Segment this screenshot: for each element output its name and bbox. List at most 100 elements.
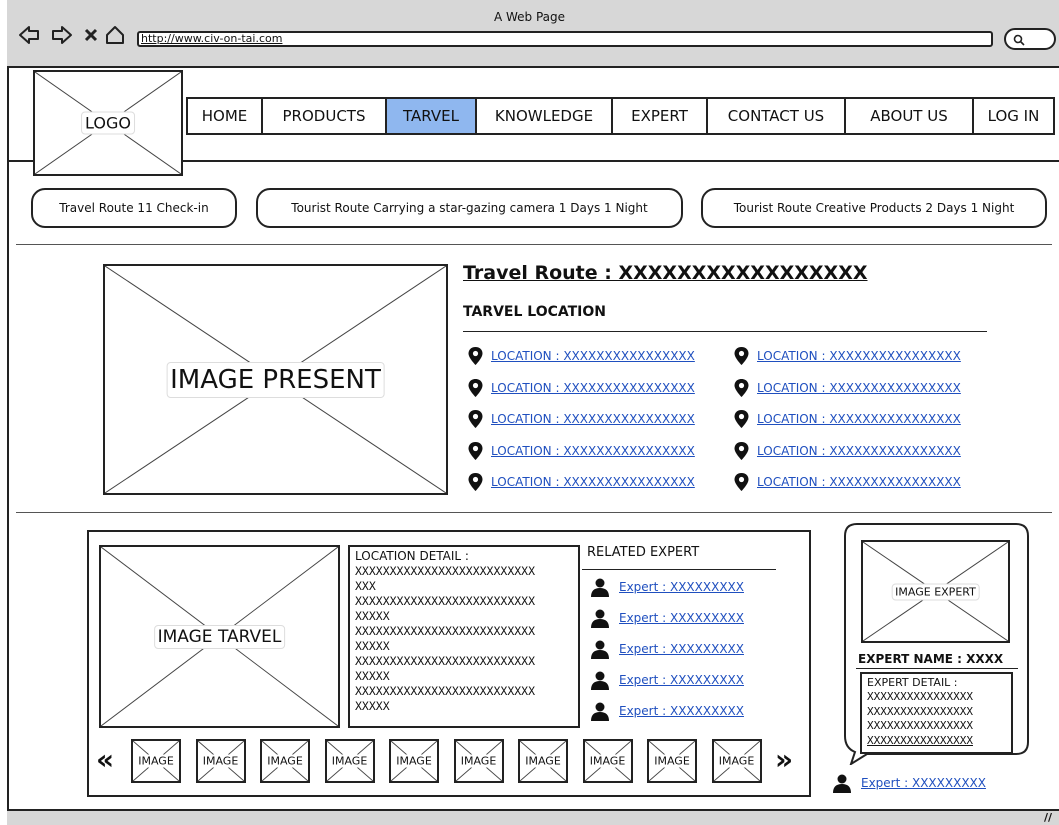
nav-home[interactable]: HOME bbox=[186, 97, 263, 135]
home-icon[interactable] bbox=[104, 24, 126, 50]
back-icon[interactable] bbox=[18, 24, 40, 50]
gallery-thumbnail[interactable]: IMAGE bbox=[647, 739, 697, 783]
location-pin-icon bbox=[468, 473, 483, 491]
expert-name: EXPERT NAME : XXXX bbox=[858, 652, 1004, 666]
status-bar bbox=[7, 809, 1059, 825]
related-expert-link[interactable]: Expert : XXXXXXXXX bbox=[619, 642, 744, 656]
related-expert-link[interactable]: Expert : XXXXXXXXX bbox=[619, 704, 744, 718]
location-link[interactable]: LOCATION : XXXXXXXXXXXXXXXX bbox=[491, 349, 695, 363]
route-title: Travel Route : XXXXXXXXXXXXXXXXX bbox=[463, 262, 868, 284]
location-pin-icon bbox=[468, 441, 483, 460]
gallery-thumbnail-label: IMAGE bbox=[459, 754, 498, 768]
route-tab-3[interactable]: Tourist Route Creative Products 2 Days 1… bbox=[701, 188, 1047, 228]
nav-expert[interactable]: EXPERT bbox=[611, 97, 708, 135]
location-link[interactable]: LOCATION : XXXXXXXXXXXXXXXX bbox=[757, 475, 961, 489]
location-heading-rule bbox=[463, 331, 987, 332]
travel-image-label: IMAGE TARVEL bbox=[153, 624, 286, 649]
gallery-thumbnail[interactable]: IMAGE bbox=[324, 739, 375, 783]
stop-icon[interactable] bbox=[83, 24, 99, 50]
gallery-thumbnail[interactable]: IMAGE bbox=[195, 739, 246, 783]
location-link[interactable]: LOCATION : XXXXXXXXXXXXXXXX bbox=[491, 475, 695, 489]
person-icon bbox=[591, 671, 609, 690]
expert-card-link[interactable]: Expert : XXXXXXXXX bbox=[832, 773, 986, 793]
location-detail-line: XXXXXXXXXXXXXXXXXXXXXXXXXX bbox=[355, 564, 536, 578]
location-link[interactable]: LOCATION : XXXXXXXXXXXXXXXX bbox=[757, 412, 961, 426]
gallery-thumbnail-label: IMAGE bbox=[395, 754, 433, 768]
expert-detail-heading: EXPERT DETAIL : bbox=[867, 676, 958, 689]
person-icon bbox=[833, 774, 851, 793]
location-item[interactable]: LOCATION : XXXXXXXXXXXXXXXX bbox=[467, 346, 695, 366]
related-expert-rule bbox=[582, 569, 776, 570]
gallery-next-button[interactable]: » bbox=[775, 746, 793, 774]
present-image: IMAGE PRESENT bbox=[103, 264, 448, 495]
location-item[interactable]: LOCATION : XXXXXXXXXXXXXXXX bbox=[467, 472, 695, 492]
address-bar[interactable]: http://www.civ-on-tai.com bbox=[137, 31, 993, 47]
location-item[interactable]: LOCATION : XXXXXXXXXXXXXXXX bbox=[733, 409, 961, 429]
gallery-thumbnail-label: IMAGE bbox=[201, 754, 240, 768]
resize-grip-icon[interactable]: // bbox=[1044, 811, 1052, 824]
location-item[interactable]: LOCATION : XXXXXXXXXXXXXXXX bbox=[467, 441, 695, 461]
travel-image: IMAGE TARVEL bbox=[99, 545, 340, 728]
logo[interactable]: LOGO bbox=[33, 70, 183, 176]
related-expert-item[interactable]: Expert : XXXXXXXXX bbox=[590, 639, 744, 659]
location-link[interactable]: LOCATION : XXXXXXXXXXXXXXXX bbox=[491, 412, 695, 426]
related-expert-item[interactable]: Expert : XXXXXXXXX bbox=[590, 670, 744, 690]
related-expert-item[interactable]: Expert : XXXXXXXXX bbox=[590, 608, 744, 628]
location-item[interactable]: LOCATION : XXXXXXXXXXXXXXXX bbox=[733, 441, 961, 461]
location-detail-line: XXXXX bbox=[355, 699, 390, 713]
location-detail-line: XXXXXXXXXXXXXXXXXXXXXXXXXX bbox=[355, 594, 536, 608]
gallery-thumbnail[interactable]: IMAGE bbox=[131, 739, 181, 783]
location-link[interactable]: LOCATION : XXXXXXXXXXXXXXXX bbox=[757, 381, 961, 395]
location-pin-icon bbox=[734, 378, 749, 397]
gallery-thumbnail[interactable]: IMAGE bbox=[711, 739, 762, 783]
location-link[interactable]: LOCATION : XXXXXXXXXXXXXXXX bbox=[491, 444, 695, 458]
window-title: A Web Page bbox=[493, 10, 566, 24]
person-icon bbox=[591, 609, 609, 628]
route-tab-2[interactable]: Tourist Route Carrying a star-gazing cam… bbox=[256, 188, 683, 228]
location-item[interactable]: LOCATION : XXXXXXXXXXXXXXXX bbox=[467, 409, 695, 429]
related-expert-item[interactable]: Expert : XXXXXXXXX bbox=[590, 701, 744, 721]
nav-knowledge[interactable]: KNOWLEDGE bbox=[475, 97, 613, 135]
search-box[interactable] bbox=[1004, 28, 1056, 50]
gallery-prev-button[interactable]: « bbox=[96, 746, 114, 774]
location-item[interactable]: LOCATION : XXXXXXXXXXXXXXXX bbox=[733, 378, 961, 398]
related-expert-item[interactable]: Expert : XXXXXXXXX bbox=[590, 577, 744, 597]
gallery-thumbnail-label: IMAGE bbox=[330, 754, 369, 768]
gallery-thumbnail[interactable]: IMAGE bbox=[389, 739, 439, 783]
main-nav: HOME PRODUCTS TARVEL KNOWLEDGE EXPERT CO… bbox=[186, 97, 1055, 135]
gallery-thumbnail[interactable]: IMAGE bbox=[582, 739, 633, 783]
location-link[interactable]: LOCATION : XXXXXXXXXXXXXXXX bbox=[757, 444, 961, 458]
location-link[interactable]: LOCATION : XXXXXXXXXXXXXXXX bbox=[757, 349, 961, 363]
related-expert-link[interactable]: Expert : XXXXXXXXX bbox=[619, 580, 744, 594]
expert-card-link-text[interactable]: Expert : XXXXXXXXX bbox=[861, 776, 986, 790]
location-pin-icon bbox=[734, 441, 749, 460]
related-expert-link[interactable]: Expert : XXXXXXXXX bbox=[619, 611, 744, 625]
nav-contact-us[interactable]: CONTACT US bbox=[706, 97, 846, 135]
location-pin-icon bbox=[468, 378, 483, 397]
gallery-thumbnail-label: IMAGE bbox=[524, 754, 562, 768]
location-detail-line: XXXXXXXXXXXXXXXXXXXXXXXXXX bbox=[355, 624, 536, 638]
location-item[interactable]: LOCATION : XXXXXXXXXXXXXXXX bbox=[733, 472, 961, 492]
location-pin-icon bbox=[468, 347, 483, 365]
nav-products[interactable]: PRODUCTS bbox=[261, 97, 387, 135]
gallery-thumbnail[interactable]: IMAGE bbox=[518, 739, 568, 783]
location-item[interactable]: LOCATION : XXXXXXXXXXXXXXXX bbox=[467, 378, 695, 398]
expert-detail-box: EXPERT DETAIL : XXXXXXXXXXXXXXXX XXXXXXXX… bbox=[860, 672, 1013, 754]
gallery-thumbnail[interactable]: IMAGE bbox=[453, 739, 504, 783]
section-divider-2 bbox=[16, 512, 1052, 513]
related-expert-heading: RELATED EXPERT bbox=[587, 545, 700, 560]
location-link[interactable]: LOCATION : XXXXXXXXXXXXXXXX bbox=[491, 381, 695, 395]
gallery-thumbnail-label: IMAGE bbox=[588, 754, 627, 768]
nav-tarvel[interactable]: TARVEL bbox=[385, 97, 477, 135]
nav-about-us[interactable]: ABOUT US bbox=[844, 97, 974, 135]
location-detail-line: XXX bbox=[355, 579, 376, 593]
gallery-thumbnail[interactable]: IMAGE bbox=[260, 739, 310, 783]
section-divider-1 bbox=[16, 244, 1052, 245]
related-expert-link[interactable]: Expert : XXXXXXXXX bbox=[619, 673, 744, 687]
person-icon bbox=[591, 702, 609, 721]
forward-icon[interactable] bbox=[51, 24, 73, 50]
route-tab-1[interactable]: Travel Route 11 Check-in bbox=[31, 188, 237, 228]
nav-log-in[interactable]: LOG IN bbox=[972, 97, 1055, 135]
gallery-thumbnail-label: IMAGE bbox=[653, 754, 691, 768]
location-item[interactable]: LOCATION : XXXXXXXXXXXXXXXX bbox=[733, 346, 961, 366]
